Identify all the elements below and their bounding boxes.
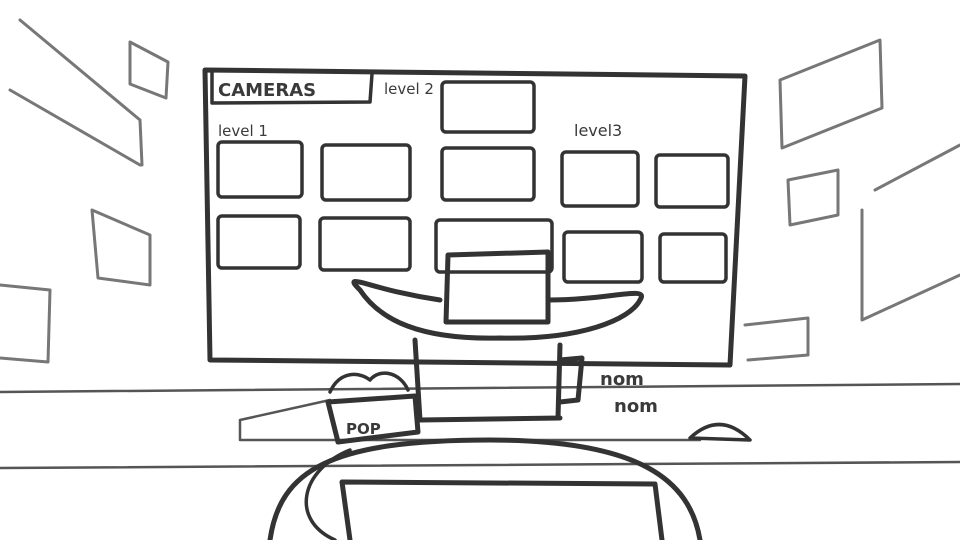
hat-brim (351, 278, 644, 341)
sound-effect-line1: nom (600, 369, 644, 390)
desk (0, 382, 960, 470)
level-3-label: level3 (574, 121, 622, 140)
chair (267, 437, 703, 540)
popcorn-label: POP (346, 420, 381, 438)
sound-effect-line2: nom (614, 396, 658, 417)
board-title: CAMERAS (218, 80, 316, 101)
level-2-label: level 2 (384, 80, 434, 98)
level-1-label: level 1 (218, 122, 268, 140)
hat-crown (443, 249, 551, 325)
storyboard-sketch: CAMERAS level 2 level 1 level3 POP nom n… (0, 0, 960, 540)
popcorn-bucket: POP (325, 371, 421, 445)
